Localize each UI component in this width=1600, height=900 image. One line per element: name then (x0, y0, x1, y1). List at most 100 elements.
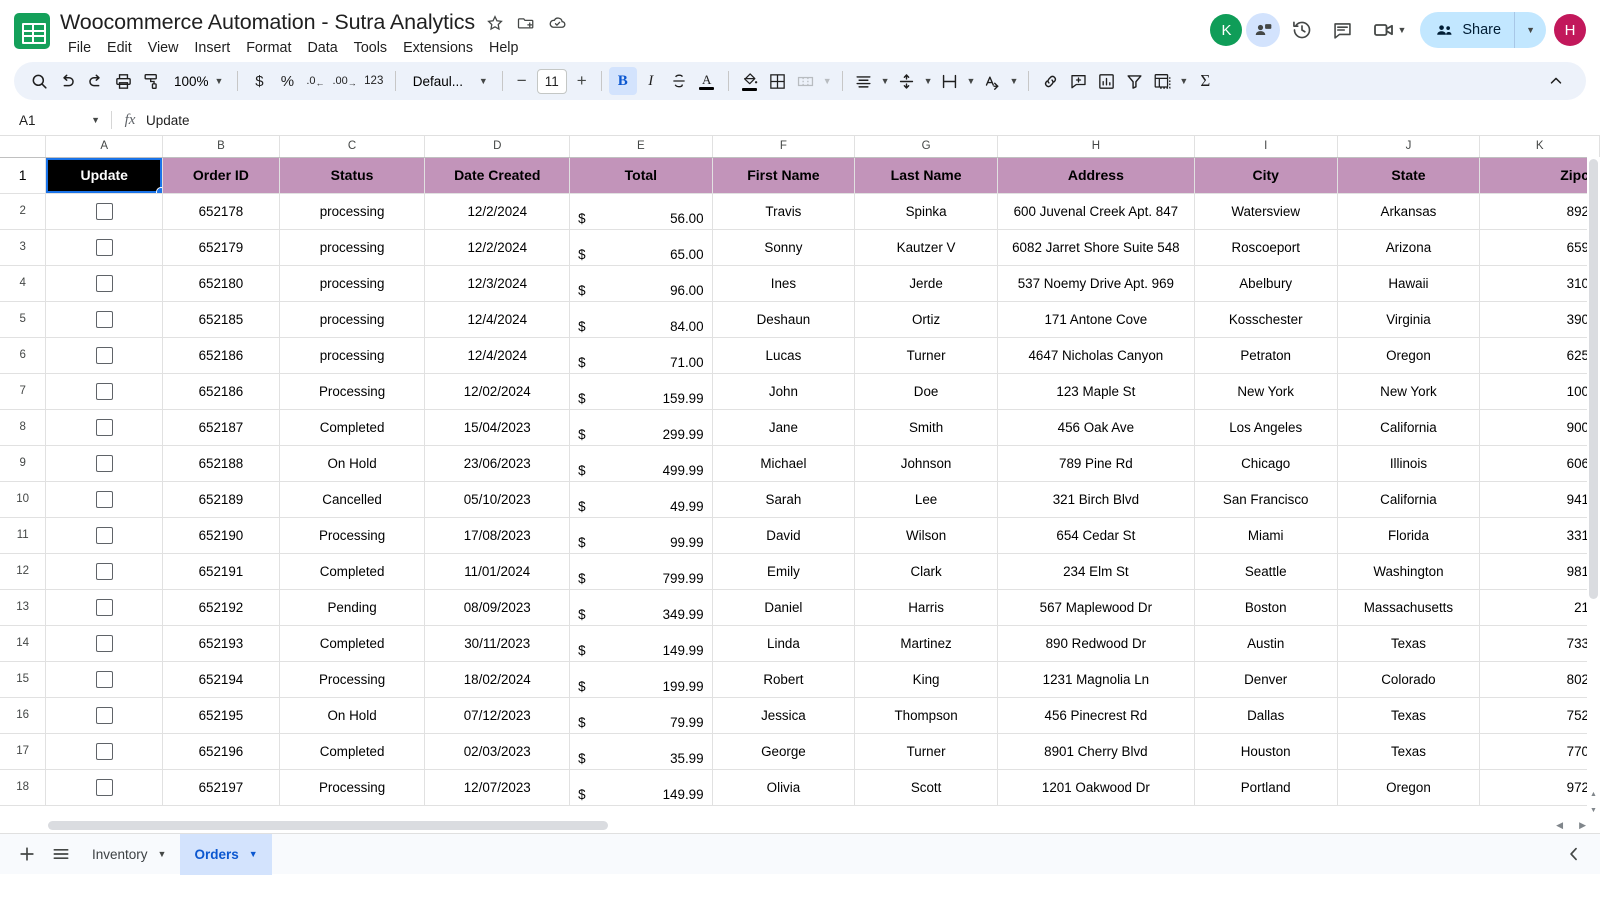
insert-link-icon[interactable] (1036, 67, 1064, 95)
cell-date-created-15[interactable]: 18/02/2024 (424, 661, 571, 698)
cell-first-name-17[interactable]: George (712, 733, 856, 770)
column-header-h[interactable]: H (997, 136, 1195, 158)
cell-zipcode-9[interactable]: 606 (1479, 445, 1600, 482)
star-icon[interactable] (484, 12, 506, 34)
chevron-down-icon[interactable]: ▼ (158, 849, 167, 859)
cell-update-checkbox-14[interactable] (45, 625, 164, 662)
cell-state-8[interactable]: California (1337, 409, 1481, 446)
row-number-16[interactable]: 16 (0, 697, 47, 734)
row-number-14[interactable]: 14 (0, 625, 47, 662)
cell-zipcode-11[interactable]: 331 (1479, 517, 1600, 554)
cell-first-name-6[interactable]: Lucas (712, 337, 856, 374)
text-wrap-button[interactable] (936, 67, 964, 95)
cell-address-14[interactable]: 890 Redwood Dr (997, 625, 1195, 662)
cell-last-name-18[interactable]: Scott (854, 769, 998, 806)
cell-status-6[interactable]: processing (279, 337, 426, 374)
cell-c1-status-header[interactable]: Status (279, 157, 426, 194)
scroll-right-button[interactable]: ▶ (1579, 820, 1586, 831)
horizontal-align-button[interactable] (850, 67, 878, 95)
create-filter-icon[interactable] (1120, 67, 1148, 95)
row-number-10[interactable]: 10 (0, 481, 47, 518)
text-rotation-button[interactable] (978, 67, 1006, 95)
cell-status-8[interactable]: Completed (279, 409, 426, 446)
cell-address-9[interactable]: 789 Pine Rd (997, 445, 1195, 482)
cell-state-7[interactable]: New York (1337, 373, 1481, 410)
cell-update-checkbox-11[interactable] (45, 517, 164, 554)
cell-order-id-5[interactable]: 652185 (162, 301, 280, 338)
cell-date-created-4[interactable]: 12/3/2024 (424, 265, 571, 302)
vertical-align-dropdown[interactable]: ▼ (921, 67, 936, 95)
cell-date-created-5[interactable]: 12/4/2024 (424, 301, 571, 338)
cell-address-11[interactable]: 654 Cedar St (997, 517, 1195, 554)
cell-status-5[interactable]: processing (279, 301, 426, 338)
cell-city-2[interactable]: Watersview (1194, 193, 1338, 230)
cell-f1-first-name-header[interactable]: First Name (712, 157, 856, 194)
chevron-down-icon[interactable]: ▼ (1397, 25, 1406, 35)
cell-state-13[interactable]: Massachusetts (1337, 589, 1481, 626)
cell-order-id-9[interactable]: 652188 (162, 445, 280, 482)
row-number-1[interactable]: 1 (0, 157, 47, 194)
currency-format-button[interactable]: $ (245, 67, 273, 95)
cell-state-14[interactable]: Texas (1337, 625, 1481, 662)
increase-decimal-button[interactable]: .00 → (329, 67, 359, 95)
undo-icon[interactable] (53, 67, 81, 95)
column-header-d[interactable]: D (424, 136, 571, 158)
cell-zipcode-7[interactable]: 100 (1479, 373, 1600, 410)
move-to-folder-icon[interactable] (515, 12, 537, 34)
row-number-3[interactable]: 3 (0, 229, 47, 266)
row-number-8[interactable]: 8 (0, 409, 47, 446)
cell-last-name-10[interactable]: Lee (854, 481, 998, 518)
name-box[interactable]: A1 ▼ (5, 107, 109, 133)
cell-address-13[interactable]: 567 Maplewood Dr (997, 589, 1195, 626)
menu-item-extensions[interactable]: Extensions (396, 38, 480, 58)
cell-j1-state-header[interactable]: State (1337, 157, 1481, 194)
cell-order-id-3[interactable]: 652179 (162, 229, 280, 266)
update-checkbox[interactable] (95, 274, 113, 292)
cell-update-checkbox-18[interactable] (45, 769, 164, 806)
cell-state-17[interactable]: Texas (1337, 733, 1481, 770)
cell-status-4[interactable]: processing (279, 265, 426, 302)
cell-total-15[interactable]: $199.99 (569, 661, 713, 698)
menu-item-tools[interactable]: Tools (347, 38, 394, 58)
cell-zipcode-6[interactable]: 625 (1479, 337, 1600, 374)
cell-last-name-7[interactable]: Doe (854, 373, 998, 410)
cell-state-11[interactable]: Florida (1337, 517, 1481, 554)
cell-date-created-8[interactable]: 15/04/2023 (424, 409, 571, 446)
select-all-corner[interactable] (0, 136, 47, 158)
cell-order-id-10[interactable]: 652189 (162, 481, 280, 518)
cell-address-15[interactable]: 1231 Magnolia Ln (997, 661, 1195, 698)
borders-icon[interactable] (764, 67, 792, 95)
page-title[interactable]: Woocommerce Automation - Sutra Analytics (60, 10, 475, 35)
merge-dropdown-button[interactable]: ▼ (820, 67, 835, 95)
vertical-align-button[interactable] (893, 67, 921, 95)
column-header-b[interactable]: B (162, 136, 280, 158)
percent-format-button[interactable]: % (273, 67, 301, 95)
menu-item-file[interactable]: File (61, 38, 98, 58)
cell-status-2[interactable]: processing (279, 193, 426, 230)
cell-address-8[interactable]: 456 Oak Ave (997, 409, 1195, 446)
add-sheet-icon[interactable] (10, 837, 44, 871)
cell-h1-address-header[interactable]: Address (997, 157, 1195, 194)
cell-first-name-12[interactable]: Emily (712, 553, 856, 590)
sheet-tab-orders[interactable]: Orders ▼ (180, 833, 272, 875)
cell-last-name-15[interactable]: King (854, 661, 998, 698)
text-color-button[interactable]: A (693, 67, 721, 95)
menu-item-data[interactable]: Data (300, 38, 344, 58)
cell-first-name-16[interactable]: Jessica (712, 697, 856, 734)
insert-comment-icon[interactable] (1064, 67, 1092, 95)
cell-first-name-10[interactable]: Sarah (712, 481, 856, 518)
cell-last-name-6[interactable]: Turner (854, 337, 998, 374)
font-size-input[interactable] (536, 68, 567, 94)
cell-i1-city-header[interactable]: City (1194, 157, 1338, 194)
cell-first-name-4[interactable]: Ines (712, 265, 856, 302)
cell-last-name-3[interactable]: Kautzer V (854, 229, 998, 266)
cell-total-7[interactable]: $159.99 (569, 373, 713, 410)
cell-first-name-3[interactable]: Sonny (712, 229, 856, 266)
cell-order-id-6[interactable]: 652186 (162, 337, 280, 374)
presence-chip-icon[interactable] (1246, 13, 1281, 47)
cell-state-9[interactable]: Illinois (1337, 445, 1481, 482)
font-family-selector[interactable]: Defaul... ▼ (403, 67, 495, 95)
menu-item-view[interactable]: View (141, 38, 186, 58)
update-checkbox[interactable] (95, 202, 113, 220)
cell-first-name-14[interactable]: Linda (712, 625, 856, 662)
